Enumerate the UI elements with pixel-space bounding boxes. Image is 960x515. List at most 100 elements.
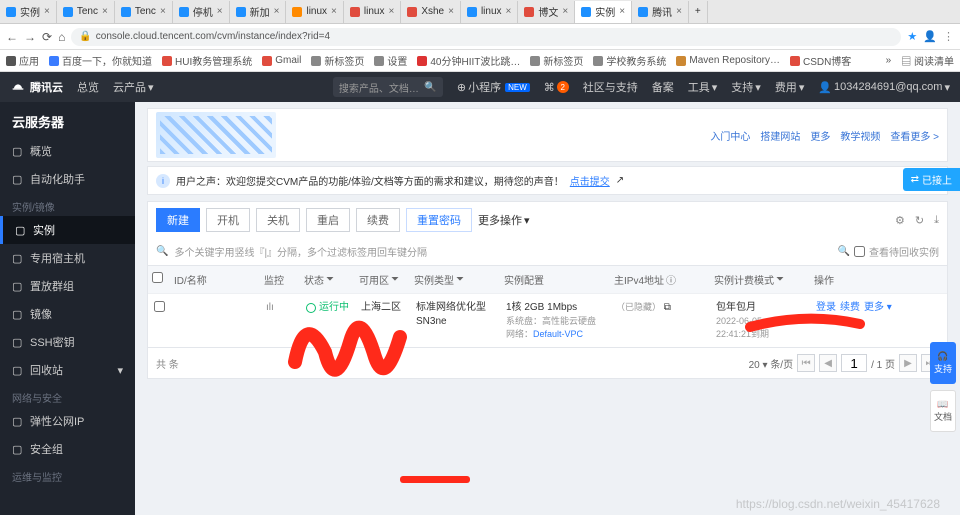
browser-tab[interactable]: 实例× (575, 1, 632, 23)
profile-icon[interactable]: 👤 (923, 30, 937, 43)
action-more[interactable]: 更多 ▾ (864, 301, 892, 315)
switch-view-button[interactable]: ⇄ 已接上 (903, 168, 960, 191)
create-button[interactable]: 新建 (156, 208, 200, 232)
sidebar-item-place[interactable]: ▢置放群组 (0, 272, 135, 300)
home-icon[interactable]: ⌂ (58, 30, 65, 44)
sidebar-item-robot[interactable]: ▢自动化助手 (0, 165, 135, 193)
new-tab-button[interactable]: + (689, 1, 708, 23)
bookmark-item[interactable]: Gmail (262, 55, 301, 66)
link-view-more[interactable]: 查看更多 > (890, 128, 939, 143)
col-id-name[interactable]: ID/名称 (174, 272, 264, 287)
nav-community[interactable]: 社区与支持 (583, 79, 638, 95)
select-all-checkbox[interactable] (152, 272, 163, 283)
bookmark-item[interactable]: HUI教务管理系统 (162, 53, 252, 68)
bookmark-item[interactable]: 学校教务系统 (593, 53, 666, 68)
bookmark-item[interactable]: 新标签页 (311, 53, 364, 68)
bookmark-item[interactable]: 40分钟HIIT波比跳… (417, 53, 520, 68)
sidebar-item-key[interactable]: ▢SSH密钥 (0, 328, 135, 356)
per-page-select[interactable]: 20 ▾ 条/页 (749, 356, 793, 371)
start-button[interactable]: 开机 (206, 208, 250, 232)
bookmark-item[interactable]: 应用 (6, 53, 39, 68)
settings-icon[interactable]: ⚙ (895, 214, 905, 227)
refresh-icon[interactable]: ↻ (915, 214, 924, 227)
close-icon[interactable]: × (562, 6, 568, 17)
col-zone[interactable]: 可用区 ⏷ (359, 272, 414, 287)
copy-icon[interactable]: ⧉ (664, 302, 671, 313)
browser-tab[interactable]: 博文× (518, 1, 575, 23)
back-icon[interactable]: ← (6, 30, 18, 44)
link-getting-started[interactable]: 入门中心 (710, 128, 750, 143)
close-icon[interactable]: × (44, 6, 50, 17)
brand-logo[interactable]: 腾讯云 (10, 79, 63, 95)
close-icon[interactable]: × (160, 6, 166, 17)
nav-cost[interactable]: 费用 ▾ (775, 79, 805, 95)
reboot-button[interactable]: 重启 (306, 208, 350, 232)
user-menu[interactable]: 👤 1034284691@qq.com ▾ (818, 81, 950, 94)
pager-next[interactable]: ▶ (899, 354, 917, 372)
sidebar-item-image[interactable]: ▢镜像 (0, 300, 135, 328)
bookmark-item[interactable]: CSDN博客 (790, 53, 851, 68)
col-billing[interactable]: 实例计费模式 ⏷ (714, 272, 814, 287)
sidebar-item-trash[interactable]: ▢回收站▾ (0, 356, 135, 384)
reset-password-button[interactable]: 重置密码 (406, 208, 472, 232)
link-build-site[interactable]: 搭建网站 (760, 128, 800, 143)
filter-search-icon[interactable]: 🔍 (838, 246, 850, 257)
col-status[interactable]: 状态 ⏷ (304, 272, 359, 287)
sidebar-item-grid[interactable]: ▢概览 (0, 137, 135, 165)
browser-tab[interactable]: Tenc× (115, 1, 173, 23)
forward-icon[interactable]: → (24, 30, 36, 44)
close-icon[interactable]: × (506, 6, 512, 17)
reading-list[interactable]: ▤ 阅读清单 (901, 53, 954, 68)
browser-tab[interactable]: Tenc× (57, 1, 115, 23)
close-icon[interactable]: × (388, 6, 394, 17)
link-more[interactable]: 更多 (810, 128, 830, 143)
browser-tab[interactable]: 腾讯× (632, 1, 689, 23)
nav-support[interactable]: 支持 ▾ (731, 79, 761, 95)
notice-link[interactable]: 点击提交 (570, 173, 610, 188)
more-actions-dropdown[interactable]: 更多操作 ▾ (478, 212, 530, 228)
bookmark-item[interactable]: 新标签页 (530, 53, 583, 68)
close-icon[interactable]: × (331, 6, 337, 17)
browser-tab[interactable]: Xshe× (401, 1, 461, 23)
pager-prev[interactable]: ◀ (819, 354, 837, 372)
recycled-checkbox[interactable] (854, 246, 865, 257)
bookmark-item[interactable]: 设置 (374, 53, 407, 68)
close-icon[interactable]: × (676, 6, 682, 17)
renew-button[interactable]: 续费 (356, 208, 400, 232)
browser-tab[interactable]: 停机× (173, 1, 230, 23)
vpc-link[interactable]: Default-VPC (533, 329, 583, 339)
close-icon[interactable]: × (619, 6, 625, 17)
reload-icon[interactable]: ⟳ (42, 30, 52, 44)
global-search-input[interactable]: 搜索产品、文档… 🔍 (333, 77, 443, 97)
bookmark-item[interactable]: 百度一下，你就知道 (49, 53, 152, 68)
col-type[interactable]: 实例类型 ⏷ (414, 272, 504, 287)
nav-cloudshell[interactable]: ⌘2 (544, 81, 569, 94)
sidebar-item-host[interactable]: ▢专用宿主机 (0, 244, 135, 272)
row-checkbox[interactable] (154, 301, 165, 312)
browser-tab[interactable]: linux× (461, 1, 518, 23)
sidebar-item-shield[interactable]: ▢安全组 (0, 435, 135, 463)
nav-overview[interactable]: 总览 (77, 79, 99, 95)
close-icon[interactable]: × (448, 6, 454, 17)
browser-tab[interactable]: linux× (344, 1, 401, 23)
action-renew[interactable]: 续费 (840, 301, 860, 315)
table-row[interactable]: ılı 运行中 上海二区 标准网络优化型 SN3ne 1核 2GB 1Mbps … (148, 293, 947, 347)
browser-tab[interactable]: linux× (286, 1, 343, 23)
close-icon[interactable]: × (217, 6, 223, 17)
support-button[interactable]: 🎧支持 (930, 342, 956, 384)
nav-beian[interactable]: 备案 (652, 79, 674, 95)
filter-placeholder[interactable]: 多个关键字用竖线『|』分隔，多个过滤标签用回车键分隔 (174, 244, 427, 259)
url-field[interactable]: 🔒 console.cloud.tencent.com/cvm/instance… (71, 28, 901, 46)
nav-products[interactable]: 云产品 ▾ (113, 79, 154, 95)
menu-icon[interactable]: ⋮ (943, 30, 954, 43)
browser-tab[interactable]: 实例× (0, 1, 57, 23)
action-login[interactable]: 登录 (816, 301, 836, 315)
sidebar-item-cube[interactable]: ▢实例 (0, 216, 135, 244)
close-icon[interactable]: × (274, 6, 280, 17)
docs-button[interactable]: 📖文档 (930, 390, 956, 432)
link-videos[interactable]: 教学视频 (840, 128, 880, 143)
stop-button[interactable]: 关机 (256, 208, 300, 232)
nav-miniapp[interactable]: ⊕ 小程序NEW (457, 79, 530, 95)
sidebar-item-ip[interactable]: ▢弹性公网IP (0, 407, 135, 435)
browser-tab[interactable]: 新加× (230, 1, 287, 23)
